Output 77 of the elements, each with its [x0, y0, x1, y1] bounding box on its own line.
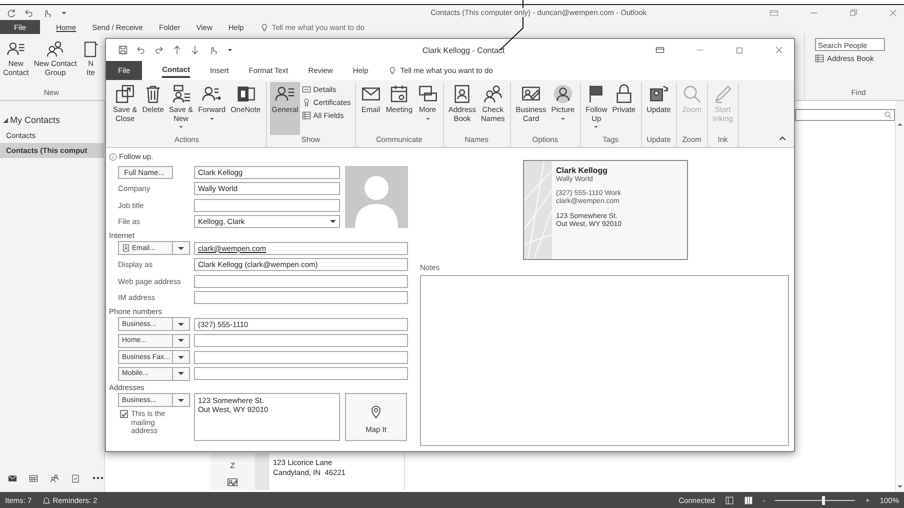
tasks-icon [71, 474, 80, 482]
undo-icon [24, 8, 34, 18]
input-field[interactable] [194, 198, 340, 212]
business-card-icon [227, 477, 238, 488]
people-icon [46, 40, 64, 58]
mail-icon [8, 474, 17, 482]
notebook-icon [236, 84, 256, 104]
dropdown-button[interactable] [173, 334, 190, 348]
save-close-icon [115, 84, 136, 104]
sync-icon [6, 8, 16, 18]
reading-view-icon [744, 496, 753, 504]
document-icon [82, 40, 100, 58]
caret-icon [210, 118, 214, 120]
caret-icon [560, 118, 565, 120]
input-field[interactable] [194, 274, 408, 288]
pen-icon [712, 84, 733, 104]
dropdown-button[interactable] [173, 241, 190, 255]
caret-icon [426, 118, 430, 120]
magnifier-icon [682, 84, 702, 104]
ribbon-display-icon [655, 45, 665, 55]
lock-icon [614, 84, 634, 104]
dropdown-button[interactable] [173, 366, 190, 380]
people-icon [50, 474, 59, 482]
search-icon [884, 111, 892, 119]
close-icon [888, 8, 898, 18]
fields-grid-icon [302, 111, 312, 120]
redo-icon [154, 45, 164, 55]
ribbon-display-icon [769, 8, 779, 18]
card-image-strip [255, 453, 269, 490]
dropdown-button[interactable] [173, 393, 190, 407]
input-field[interactable] [194, 367, 408, 380]
collapse-icon[interactable] [779, 136, 786, 141]
caret-icon [594, 126, 598, 128]
chat-icon [418, 84, 438, 104]
expanded-icon[interactable] [3, 118, 8, 122]
bell-icon [42, 496, 51, 504]
up-arrow-icon [172, 45, 182, 55]
person-circle-icon [552, 84, 573, 104]
scrollbar[interactable] [895, 121, 904, 490]
scroll-down-icon[interactable] [896, 484, 904, 490]
save-new-icon [170, 84, 191, 104]
map-pin-icon [369, 405, 383, 419]
normal-view-icon [724, 496, 734, 504]
folder-header[interactable]: My Contacts [10, 115, 60, 125]
contact-card-icon [122, 244, 130, 252]
window-title: Clark Kellogg - Contact [421, 46, 506, 54]
dropdown-button[interactable] [173, 317, 190, 331]
maximize-icon [735, 46, 744, 54]
restore-icon [849, 8, 858, 17]
caret-icon [226, 46, 234, 54]
lightbulb-icon [388, 66, 398, 75]
details-icon [302, 85, 312, 94]
person-list-icon [6, 40, 25, 58]
caret-icon [178, 126, 183, 128]
lightbulb-icon [260, 22, 269, 32]
address-card-icon [452, 84, 472, 104]
card-name: Clark Kellogg [556, 166, 609, 176]
address-book-icon [815, 54, 824, 63]
contact-update-icon [648, 84, 669, 104]
close-icon [774, 45, 784, 55]
notes-field[interactable] [420, 275, 789, 446]
certificate-icon [302, 98, 312, 107]
input-field[interactable] [194, 291, 408, 304]
people-icon [482, 84, 503, 104]
scroll-up-icon[interactable] [896, 121, 904, 127]
input-field[interactable] [194, 350, 408, 364]
dropdown-button[interactable] [173, 350, 190, 364]
calendar-icon [29, 474, 38, 482]
slider-thumb[interactable] [822, 496, 826, 504]
checkbox[interactable] [120, 410, 128, 418]
undo-icon [136, 45, 146, 55]
save-icon [118, 45, 128, 55]
input-field[interactable] [194, 334, 408, 347]
calendar-icon [389, 84, 410, 104]
search-field[interactable] [795, 109, 895, 121]
down-arrow-icon [190, 45, 200, 55]
info-icon [109, 152, 117, 160]
